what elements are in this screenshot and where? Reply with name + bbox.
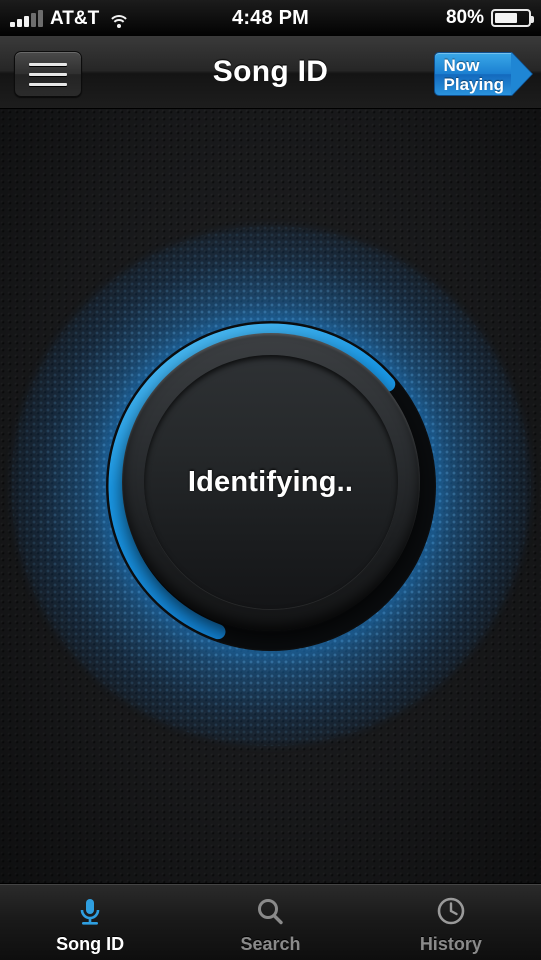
status-bar: AT&T 4:48 PM 80%: [0, 0, 541, 36]
dial-inner-face: Identifying..: [143, 355, 398, 609]
tab-search-label: Search: [240, 934, 301, 954]
status-bar-right: 80%: [445, 7, 534, 29]
tab-song-id-label: Song ID: [56, 934, 125, 954]
navigation-bar: Song ID Now Playing: [0, 36, 541, 109]
app-screen: AT&T 4:48 PM 80% Song ID Now Playing Ide…: [0, 0, 541, 960]
now-playing-label: Now Playing: [433, 52, 511, 96]
search-icon: [251, 893, 289, 931]
tab-history[interactable]: History: [361, 884, 541, 960]
chevron-right-icon: [511, 52, 532, 96]
clock-icon: [432, 893, 470, 931]
tab-search[interactable]: Search: [180, 884, 360, 960]
battery-icon: [491, 9, 534, 27]
now-playing-line-2: Playing: [443, 75, 504, 94]
tab-history-label: History: [419, 934, 482, 954]
now-playing-button[interactable]: Now Playing: [433, 52, 532, 96]
tab-bar: Song ID Search History: [0, 883, 541, 960]
microphone-icon: [71, 893, 109, 931]
dial-face[interactable]: Identifying..: [121, 333, 420, 631]
main-content: Identifying..: [0, 109, 541, 884]
now-playing-line-1: Now: [443, 56, 480, 75]
dial-status-label: Identifying..: [187, 465, 354, 498]
identify-dial[interactable]: Identifying..: [105, 321, 436, 651]
battery-percent-label: 80%: [445, 7, 484, 28]
tab-song-id[interactable]: Song ID: [0, 884, 180, 960]
